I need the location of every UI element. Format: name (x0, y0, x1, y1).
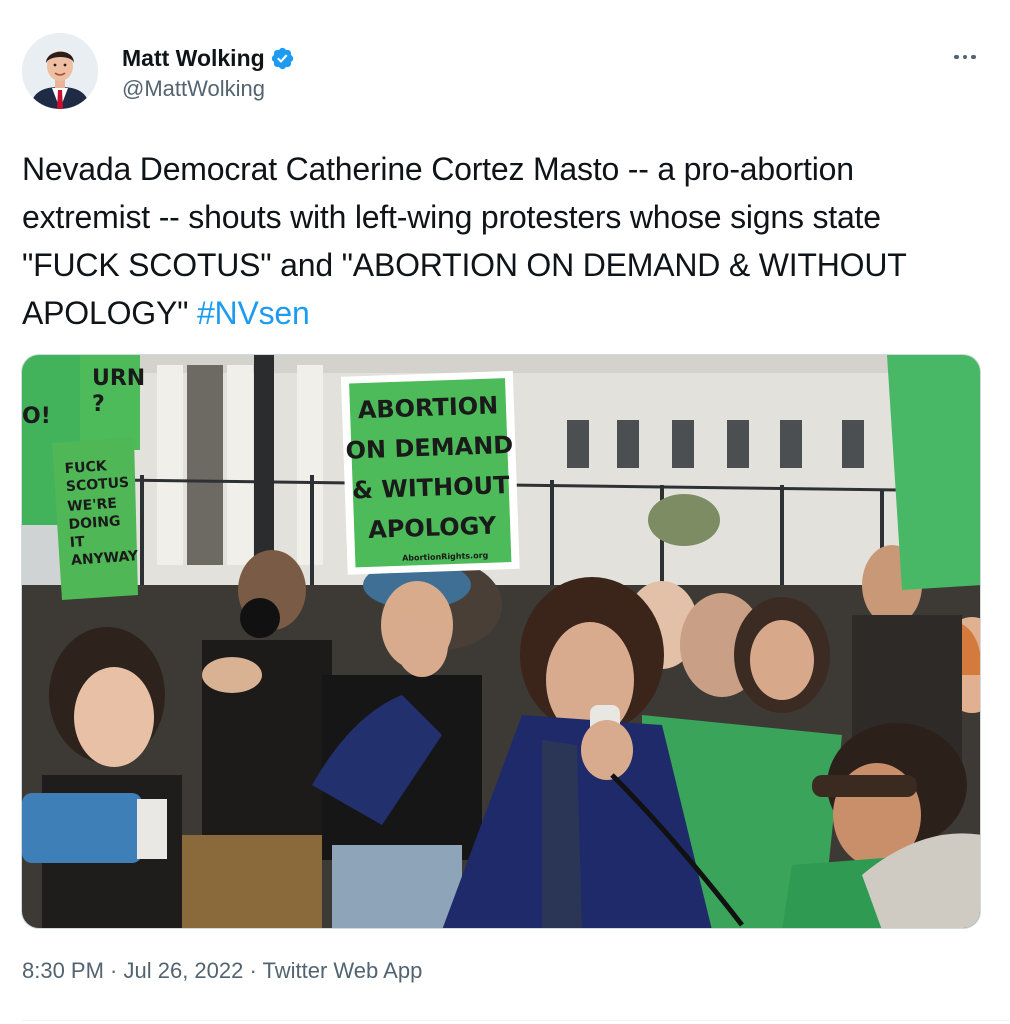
sign-left-top-text: ? (92, 392, 105, 417)
person-avatar-icon (22, 33, 98, 109)
main-sign-text: & WITHOUT (352, 471, 511, 504)
tweet-text: Nevada Democrat Catherine Cortez Masto -… (22, 145, 982, 337)
meta-separator: · (103, 958, 124, 983)
tweet-time[interactable]: 8:30 PM (22, 958, 104, 983)
divider (22, 1020, 1010, 1021)
protest-photo: URN ? O! FUCK SCOTUS WE'RE DOING IT ANYW… (22, 355, 980, 928)
main-sign-text: ABORTION (357, 391, 498, 424)
author-name-row: Matt Wolking (122, 42, 295, 74)
verified-badge-icon (271, 47, 293, 69)
meta-separator: · (243, 958, 263, 983)
main-sign-text: APOLOGY (368, 511, 497, 543)
tweet-card: Matt Wolking @MattWolking Nevada Democra… (0, 0, 1010, 1024)
tweet-photo[interactable]: URN ? O! FUCK SCOTUS WE'RE DOING IT ANYW… (21, 354, 981, 929)
sign-left-top-text: URN (92, 366, 145, 391)
main-sign-text: ON DEMAND (345, 431, 514, 465)
more-dot-icon (962, 54, 968, 60)
tweet-source[interactable]: Twitter Web App (263, 958, 423, 983)
tweet-meta: 8:30 PM · Jul 26, 2022 · Twitter Web App (22, 958, 422, 984)
author-avatar[interactable] (22, 33, 98, 109)
tweet-body: Nevada Democrat Catherine Cortez Masto -… (22, 151, 907, 331)
sign-left-mid-text: O! (22, 404, 51, 429)
hashtag-link[interactable]: #NVsen (197, 295, 310, 331)
more-dot-icon (971, 54, 976, 60)
more-dot-icon (954, 54, 959, 60)
tweet-date[interactable]: Jul 26, 2022 (124, 958, 244, 983)
author-display-name[interactable]: Matt Wolking (122, 45, 265, 72)
sign-fuck-scotus-text: FUCK (64, 458, 108, 477)
sign-fuck-scotus-text: IT (69, 534, 85, 551)
author-handle[interactable]: @MattWolking (122, 76, 265, 102)
more-options-button[interactable] (948, 40, 982, 74)
